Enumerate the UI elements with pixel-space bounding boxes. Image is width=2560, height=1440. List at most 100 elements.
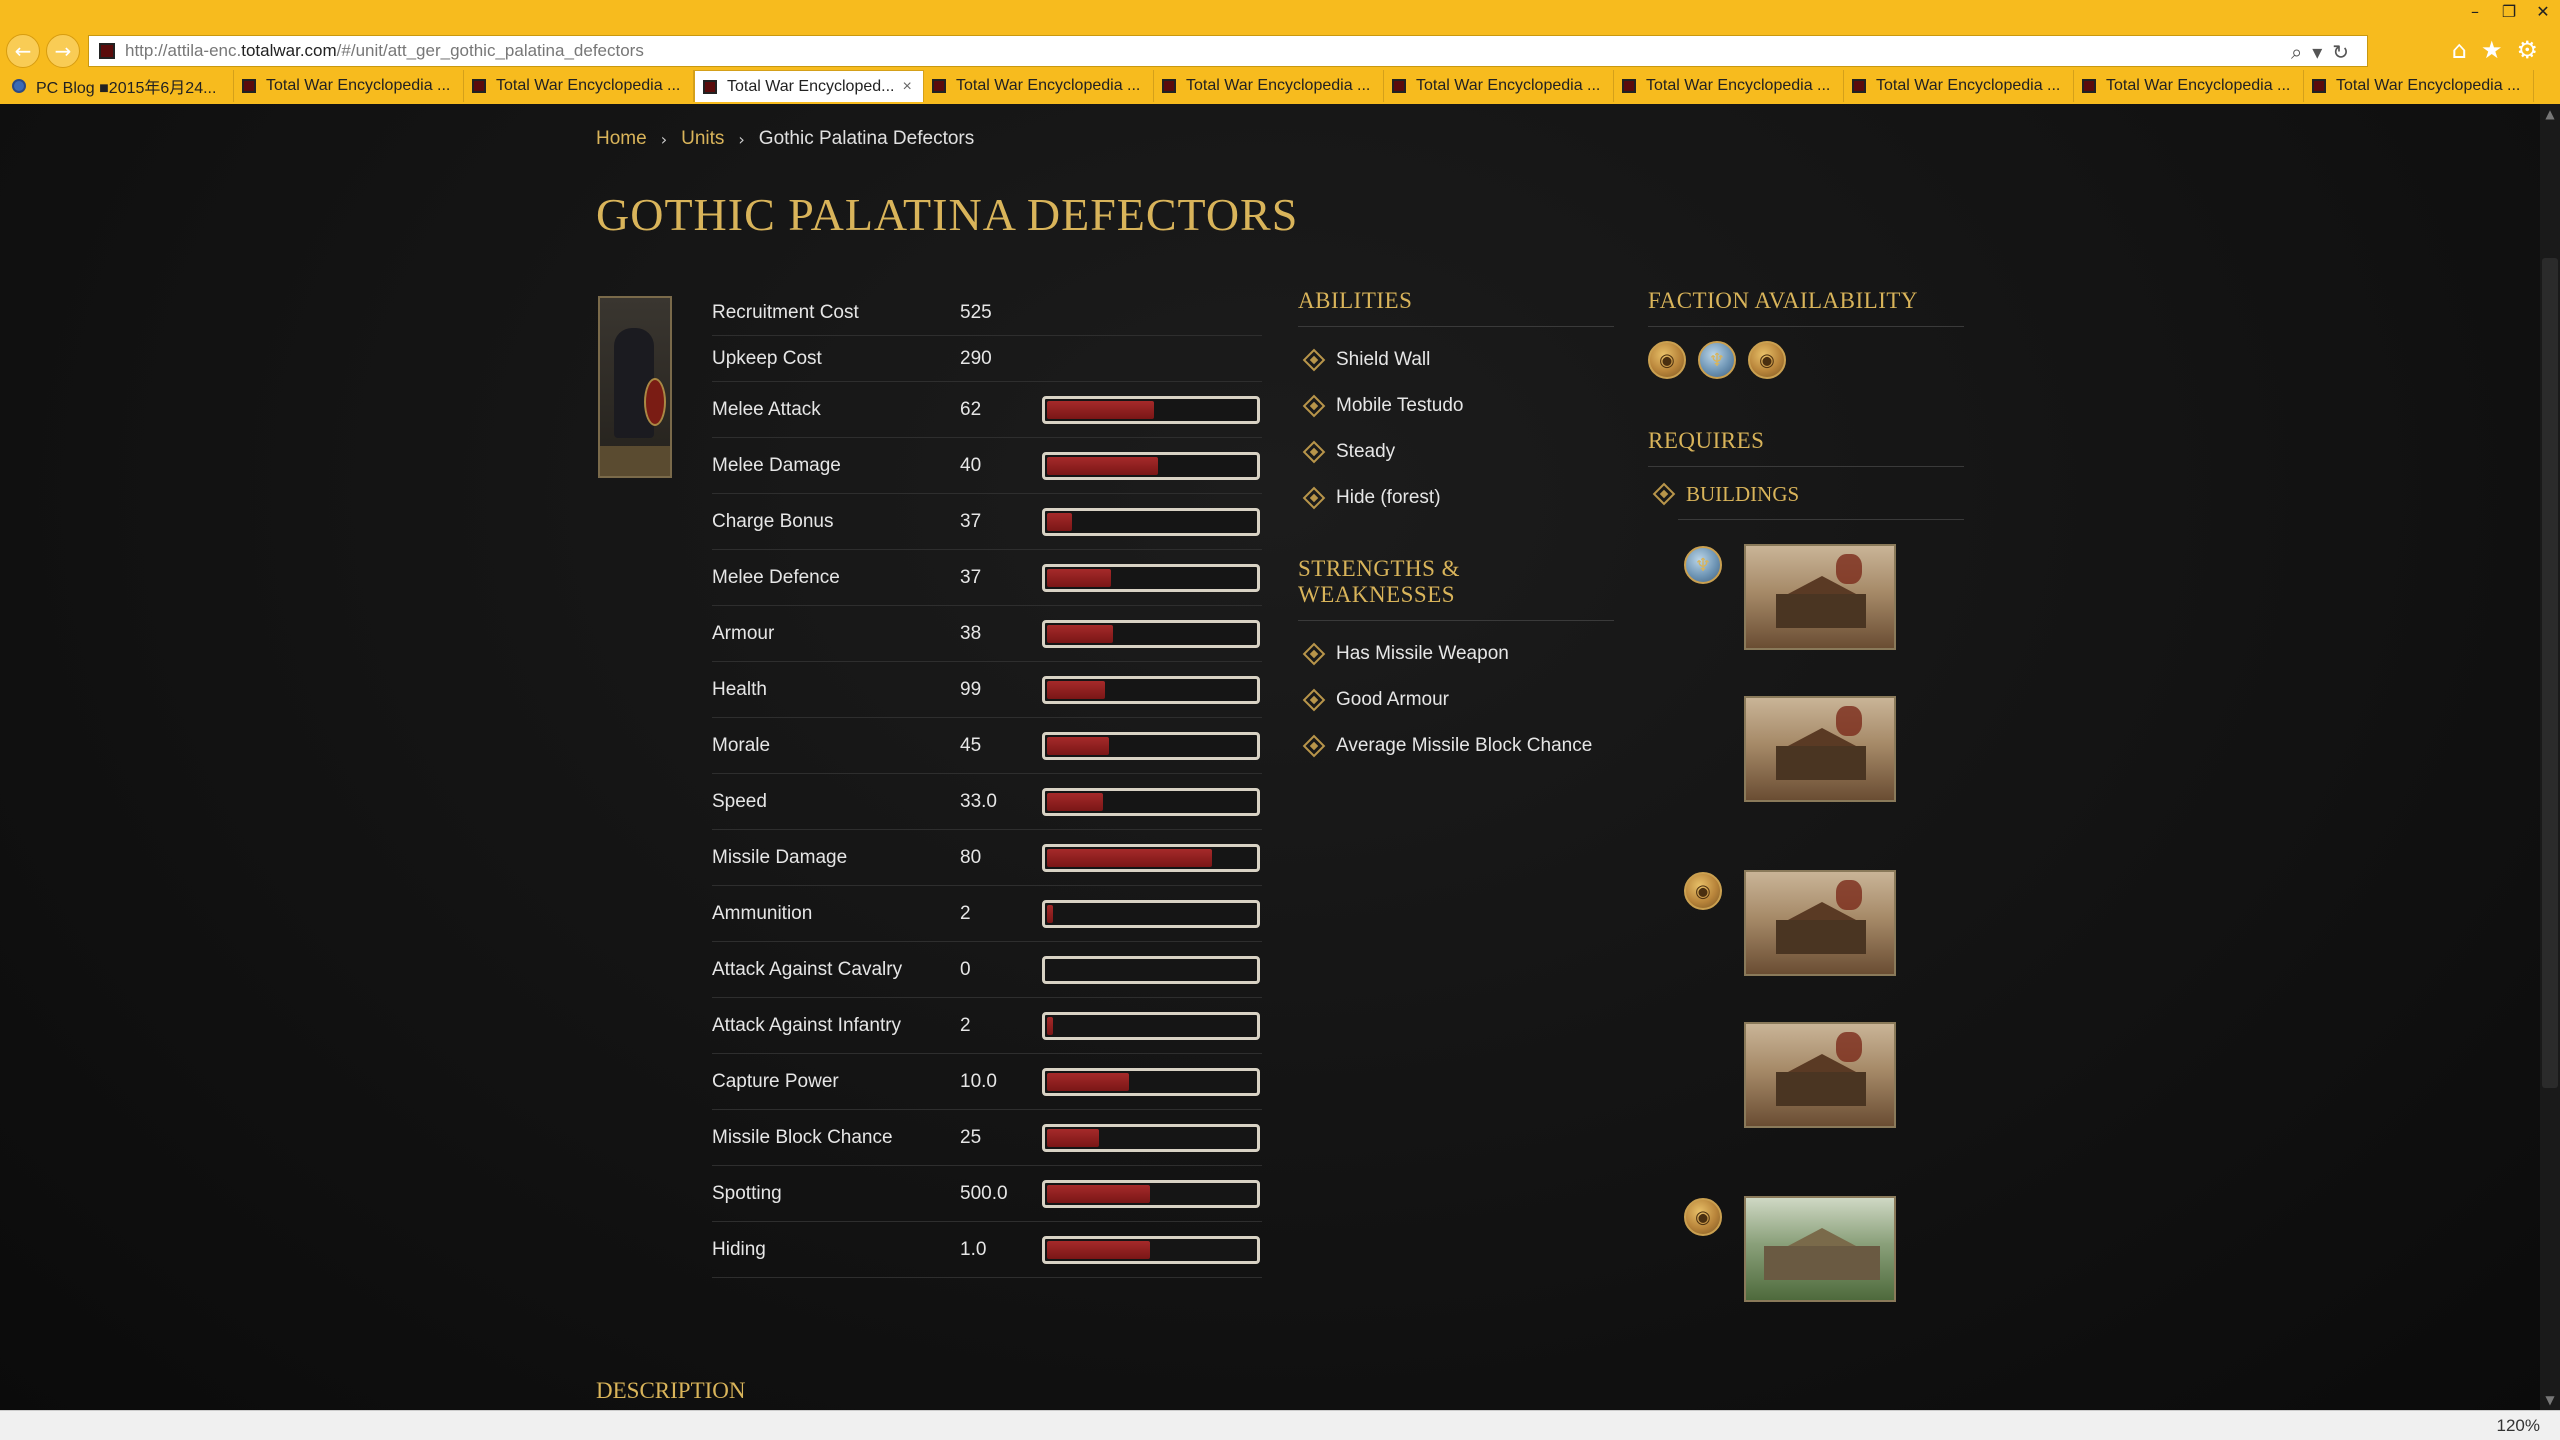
tab-label: Total War Encyclopedia ... [1876,77,2061,94]
minimize-icon[interactable]: – [2458,0,2492,22]
url-text[interactable]: http://attila-enc.totalwar.com/#/unit/at… [125,41,644,61]
stat-value: 99 [960,678,982,700]
status-bar: 120% [0,1410,2560,1440]
scrollbar-thumb[interactable] [2542,258,2558,1088]
tab-label: Total War Encyclopedia ... [496,77,681,94]
stat-row: Recruitment Cost 525 [712,290,1262,336]
stat-value: 40 [960,454,982,476]
dropdown-icon[interactable]: ▾ [2312,40,2332,64]
search-icon[interactable]: ⌕ [2291,40,2312,64]
stat-bar [1042,843,1260,872]
stat-bar [1042,563,1260,592]
tab-label: PC Blog ■2015年6月24... [36,80,217,97]
stat-row: Speed 33.0 [712,774,1262,830]
gold-coin-icon[interactable]: ◉ [1684,1198,1722,1236]
ability-item[interactable]: Shield Wall [1298,337,1614,383]
browser-tab[interactable]: Total War Encyclopedia ... [1154,70,1384,102]
strength-item[interactable]: Average Missile Block Chance [1298,723,1614,769]
tab-favicon-icon [703,79,717,94]
building-thumbnail[interactable] [1744,696,1896,802]
stat-row: Ammunition 2 [712,886,1262,942]
tab-label: Total War Encyclopedia ... [1416,77,1601,94]
address-row: ← → http://attila-enc.totalwar.com/#/uni… [0,32,2560,70]
blue-faction-icon[interactable]: ♆ [1684,546,1722,584]
forward-button[interactable]: → [46,34,80,68]
stat-bar-fill [1047,1184,1150,1203]
stat-bar-fill [1047,848,1212,867]
stat-bar [1042,1123,1260,1152]
favorites-icon[interactable]: ★ [2481,36,2517,64]
strength-item[interactable]: Has Missile Weapon [1298,631,1614,677]
browser-tab[interactable]: Total War Encyclopedia ... [464,70,694,102]
description-title: DESCRIPTION [596,1378,746,1403]
stat-row: Missile Damage 80 [712,830,1262,886]
stat-row: Attack Against Infantry 2 [712,998,1262,1054]
gold-coin-icon[interactable]: ◉ [1648,341,1686,379]
tab-favicon-icon [242,79,256,93]
home-icon[interactable]: ⌂ [2452,36,2481,64]
stat-bar [1042,1235,1260,1264]
breadcrumb-units-link[interactable]: Units [681,128,724,150]
scroll-up-icon[interactable]: ▲ [2540,104,2560,124]
ability-item[interactable]: Mobile Testudo [1298,383,1614,429]
settings-gear-icon[interactable]: ⚙ [2516,36,2552,64]
browser-tab[interactable]: Total War Encyclopedia ... [2074,70,2304,102]
tab-favicon-icon [1392,79,1406,93]
tab-label: Total War Encyclopedia ... [2336,77,2521,94]
stat-bar [1042,619,1260,648]
browser-tab[interactable]: Total War Encyclopedia ... [924,70,1154,102]
strengths-title: STRENGTHS & WEAKNESSES [1298,556,1461,607]
stat-bar-fill [1047,456,1159,475]
stat-row: Spotting 500.0 [712,1166,1262,1222]
tab-favicon-icon [472,79,486,93]
stat-bar [1042,731,1260,760]
restore-icon[interactable]: ❐ [2492,0,2526,22]
ability-label: Steady [1336,441,1396,462]
browser-tab[interactable]: Total War Encycloped... × [694,70,924,102]
ability-item[interactable]: Steady [1298,429,1614,475]
browser-tab[interactable]: Total War Encyclopedia ... [2304,70,2534,102]
gold-coin-icon[interactable]: ◉ [1684,872,1722,910]
stat-label: Missile Damage [712,846,848,868]
stat-bar-fill [1047,736,1109,755]
zoom-level[interactable]: 120% [2497,1416,2540,1436]
shield-icon [644,378,666,426]
page-scrollbar[interactable]: ▲ ▼ [2540,104,2560,1410]
stat-value: 37 [960,510,982,532]
breadcrumb-home-link[interactable]: Home [596,128,647,150]
requires-section: REQUIRES BUILDINGS [1648,428,1964,520]
blue-faction-icon[interactable]: ♆ [1698,341,1736,379]
gold-coin-icon[interactable]: ◉ [1748,341,1786,379]
ability-item[interactable]: Hide (forest) [1298,475,1614,521]
stat-value: 2 [960,902,971,924]
building-thumbnail[interactable] [1744,544,1896,650]
window-titlebar: – ❐ ✕ [0,0,2560,32]
browser-tab[interactable]: Total War Encyclopedia ... [1844,70,2074,102]
stat-row: Melee Attack 62 [712,382,1262,438]
stat-bar [1042,955,1260,984]
building-thumbnail[interactable] [1744,1196,1896,1302]
stat-value: 2 [960,1014,971,1036]
unit-stats-table: Recruitment Cost 525 Upkeep Cost 290 Melee A… [712,290,1262,1278]
browser-tab[interactable]: Total War Encyclopedia ... [1614,70,1844,102]
strength-item[interactable]: Good Armour [1298,677,1614,723]
stat-label: Attack Against Infantry [712,1014,902,1036]
building-thumbnail[interactable] [1744,1022,1896,1128]
browser-tab[interactable]: PC Blog ■2015年6月24... [4,70,234,102]
close-icon[interactable]: ✕ [2526,0,2560,22]
building-thumbnail[interactable] [1744,870,1896,976]
browser-tab[interactable]: Total War Encyclopedia ... [234,70,464,102]
tab-label: Total War Encyclopedia ... [1186,77,1371,94]
diamond-bullet-icon [1302,486,1326,510]
back-button[interactable]: ← [6,34,40,68]
faction-section: FACTION AVAILABILITY ◉ ♆ ◉ [1648,288,1964,379]
refresh-icon[interactable]: ↻ [2332,40,2359,64]
address-bar[interactable]: http://attila-enc.totalwar.com/#/unit/at… [88,35,2368,67]
stat-bar-fill [1047,1128,1099,1147]
scroll-down-icon[interactable]: ▼ [2540,1390,2560,1410]
strength-label: Has Missile Weapon [1336,643,1509,664]
tab-close-icon[interactable]: × [902,78,911,96]
tab-favicon-icon [1622,79,1636,93]
ability-label: Hide (forest) [1336,487,1441,508]
browser-tab[interactable]: Total War Encyclopedia ... [1384,70,1614,102]
